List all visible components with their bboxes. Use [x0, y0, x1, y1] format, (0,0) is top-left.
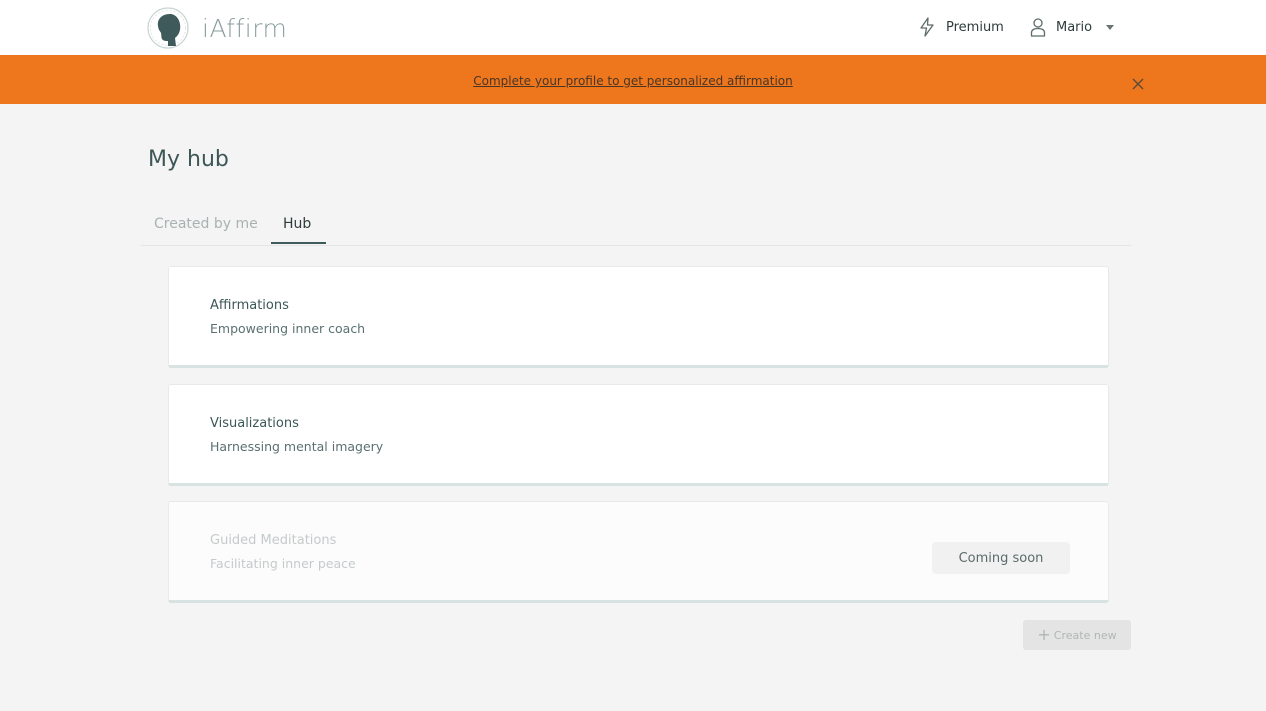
plus-icon: + — [1037, 625, 1051, 644]
card-subtitle: Empowering inner coach — [210, 321, 366, 336]
close-icon[interactable] — [1132, 78, 1144, 90]
card-title: Visualizations — [210, 416, 299, 431]
tab-created-by-me[interactable]: Created by me — [154, 216, 258, 232]
card-guided-meditations: Guided Meditations Facilitating inner pe… — [168, 501, 1109, 603]
chevron-down-icon — [1106, 24, 1115, 30]
profile-banner: Complete your profile to get personalize… — [0, 55, 1266, 104]
card-affirmations[interactable]: Affirmations Empowering inner coach — [168, 266, 1109, 368]
user-name: Mario — [1056, 19, 1093, 35]
create-new-label: Create new — [1053, 628, 1117, 642]
top-header: iAffirm Premium Mario — [0, 0, 1266, 55]
premium-link[interactable]: Premium — [918, 17, 1018, 37]
card-visualizations[interactable]: Visualizations Harnessing mental imagery — [168, 384, 1109, 486]
head-silhouette-icon — [147, 7, 189, 49]
tab-hub[interactable]: Hub — [283, 216, 311, 232]
create-new-button[interactable]: + Create new — [1023, 620, 1131, 650]
coming-soon-badge: Coming soon — [932, 542, 1070, 574]
brand-name: iAffirm — [202, 13, 288, 43]
card-title: Affirmations — [210, 298, 289, 313]
lightning-icon — [920, 17, 934, 37]
card-title: Guided Meditations — [210, 533, 337, 548]
tab-bar: Created by me Hub — [141, 207, 1131, 246]
active-tab-indicator — [271, 242, 326, 244]
card-subtitle: Facilitating inner peace — [210, 556, 356, 571]
brand-logo[interactable]: iAffirm — [146, 6, 287, 50]
header-nav: Premium Mario — [918, 14, 1115, 40]
user-icon — [1030, 18, 1046, 37]
complete-profile-link[interactable]: Complete your profile to get personalize… — [0, 74, 1266, 88]
premium-label: Premium — [946, 19, 1004, 35]
user-menu[interactable]: Mario — [1030, 17, 1115, 37]
page-title: My hub — [148, 147, 229, 172]
card-subtitle: Harnessing mental imagery — [210, 439, 384, 454]
